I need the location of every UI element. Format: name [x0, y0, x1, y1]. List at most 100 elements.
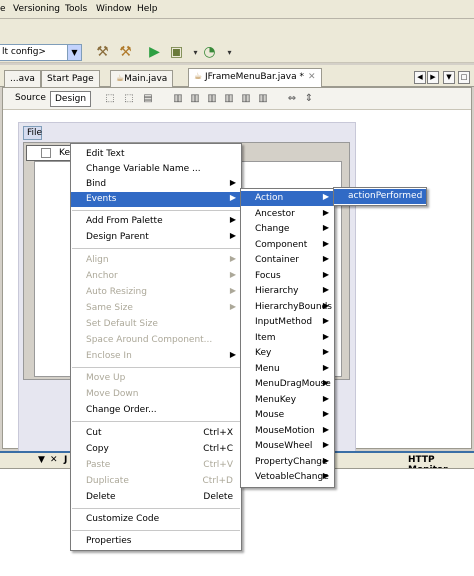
events-item-mousemotion[interactable]: MouseMotion ▶ — [241, 424, 334, 439]
center-horizontally-icon[interactable]: ▥ — [205, 92, 219, 105]
design-button[interactable]: Design — [50, 91, 92, 107]
menu-item-change-variable-name[interactable]: Change Variable Name ... — [71, 162, 241, 177]
menu-item-label: MenuDragMouse — [255, 379, 331, 389]
submenu-arrow-icon: ▶ — [229, 254, 236, 263]
events-item-menudragmouse[interactable]: MenuDragMouse ▶ — [241, 377, 334, 392]
events-item-hierarchy[interactable]: Hierarchy ▶ — [241, 284, 334, 299]
action-item-actionperformed[interactable]: actionPerformed — [334, 189, 426, 204]
tab-jframemenubar-java[interactable]: ☕ JFrameMenuBar.java * ✕ — [188, 68, 322, 88]
align-top-icon[interactable]: ▥ — [222, 92, 236, 105]
center-vertically-icon[interactable]: ▥ — [256, 92, 270, 105]
submenu-arrow-icon: ▶ — [322, 270, 329, 279]
tab-label: ...ava — [10, 74, 35, 84]
tab-start-page[interactable]: Start Page — [41, 70, 100, 87]
config-combo[interactable]: lt config> ▼ — [0, 44, 82, 61]
submenu-arrow-icon: ▶ — [322, 456, 329, 465]
menu-item-properties[interactable]: Properties — [71, 534, 241, 549]
events-item-mouse[interactable]: Mouse ▶ — [241, 408, 334, 423]
menu-item-enclose-in: Enclose In ▶ — [71, 349, 241, 364]
tab-main-java[interactable]: ☕Main.java — [110, 70, 174, 87]
hammer-icon[interactable]: ⚒ — [93, 43, 112, 62]
menu-item-cut[interactable]: Cut Ctrl+X — [71, 426, 241, 441]
menu-item-label: Events — [86, 194, 117, 204]
events-item-mousewheel[interactable]: MouseWheel ▶ — [241, 439, 334, 454]
align-right-icon[interactable]: ▥ — [188, 92, 202, 105]
clean-build-icon[interactable]: ⚒ — [116, 43, 135, 62]
menu-edit[interactable]: e — [0, 4, 6, 14]
events-item-inputmethod[interactable]: InputMethod ▶ — [241, 315, 334, 330]
run-icon[interactable]: ▶ — [145, 43, 164, 62]
selection-mode-icon[interactable]: ⬚ — [103, 92, 117, 105]
align-bottom-icon[interactable]: ▥ — [239, 92, 253, 105]
change-horizontal-resizability-icon[interactable]: ⇔ — [285, 92, 299, 105]
events-item-item[interactable]: Item ▶ — [241, 331, 334, 346]
events-item-menu[interactable]: Menu ▶ — [241, 362, 334, 377]
minimize-icon[interactable]: ▼ — [38, 455, 45, 465]
menu-separator — [72, 248, 240, 249]
tab-list-icon[interactable]: ▼ — [443, 71, 455, 84]
menu-item-edit-text[interactable]: Edit Text — [71, 147, 241, 162]
close-icon[interactable]: ✕ — [308, 72, 316, 82]
align-left-icon[interactable]: ▥ — [171, 92, 185, 105]
events-item-component[interactable]: Component ▶ — [241, 238, 334, 253]
menu-versioning[interactable]: Versioning — [13, 4, 60, 14]
menu-window[interactable]: Window — [96, 4, 132, 14]
connection-mode-icon[interactable]: ⬚ — [122, 92, 136, 105]
submenu-arrow-icon: ▶ — [322, 316, 329, 325]
shortcut-label: Ctrl+D — [202, 476, 234, 486]
events-item-change[interactable]: Change ▶ — [241, 222, 334, 237]
menu-item-label: Mouse — [255, 410, 285, 420]
events-item-key[interactable]: Key ▶ — [241, 346, 334, 361]
scroll-right-icon[interactable]: ▶ — [427, 71, 439, 84]
menu-item-auto-resizing: Auto Resizing ▶ — [71, 285, 241, 300]
submenu-arrow-icon: ▶ — [322, 409, 329, 418]
submenu-arrow-icon: ▶ — [322, 378, 329, 387]
profile-icon[interactable]: ◔ — [200, 43, 219, 62]
menu-item-space-around-component: Space Around Component... — [71, 333, 241, 348]
events-item-ancestor[interactable]: Ancestor ▶ — [241, 207, 334, 222]
source-button[interactable]: Source — [11, 91, 50, 107]
menu-item-design-parent[interactable]: Design Parent ▶ — [71, 230, 241, 245]
chevron-down-icon[interactable]: ▼ — [67, 45, 81, 60]
events-item-propertychange[interactable]: PropertyChange ▶ — [241, 455, 334, 470]
designer-toolbar: Source Design ⬚ ⬚ ▤ ▥ ▥ ▥ ▥ ▥ ▥ ⇔ ⇕ — [3, 88, 471, 110]
menu-item-label: Ancestor — [255, 209, 295, 219]
menu-item-events[interactable]: Events ▶ — [71, 192, 241, 207]
events-item-focus[interactable]: Focus ▶ — [241, 269, 334, 284]
menu-item-duplicate: Duplicate Ctrl+D — [71, 474, 241, 489]
menu-item-label: Item — [255, 333, 276, 343]
menu-item-label: Customize Code — [86, 514, 160, 524]
preview-design-icon[interactable]: ▤ — [141, 92, 155, 105]
events-item-hierarchybounds[interactable]: HierarchyBounds ▶ — [241, 300, 334, 315]
maximize-icon[interactable]: □ — [458, 71, 470, 84]
submenu-arrow-icon: ▶ — [229, 178, 236, 187]
tab-ava[interactable]: ...ava — [4, 70, 41, 87]
events-item-menukey[interactable]: MenuKey ▶ — [241, 393, 334, 408]
menu-item-add-from-palette[interactable]: Add From Palette ▶ — [71, 214, 241, 229]
events-item-container[interactable]: Container ▶ — [241, 253, 334, 268]
menu-item-label: MouseWheel — [255, 441, 313, 451]
menu-item-change-order[interactable]: Change Order... — [71, 403, 241, 418]
debug-icon[interactable]: ▣ — [167, 43, 186, 62]
menu-tools[interactable]: Tools — [65, 4, 87, 14]
menu-item-label: Move Down — [86, 389, 139, 399]
menu-item-copy[interactable]: Copy Ctrl+C — [71, 442, 241, 457]
menu-help[interactable]: Help — [137, 4, 158, 14]
close-icon[interactable]: ✕ — [50, 455, 58, 465]
menu-item-customize-code[interactable]: Customize Code — [71, 512, 241, 527]
file-menu[interactable]: File — [23, 126, 42, 140]
submenu-arrow-icon: ▶ — [229, 286, 236, 295]
menu-item-delete[interactable]: Delete Delete — [71, 490, 241, 505]
change-vertical-resizability-icon[interactable]: ⇕ — [302, 92, 316, 105]
menu-item-bind[interactable]: Bind ▶ — [71, 177, 241, 192]
main-toolbar: lt config> ▼ ⚒ ⚒ ▶ ▣ ▾ ◔ ▾ — [0, 19, 474, 63]
submenu-arrow-icon: ▶ — [322, 440, 329, 449]
scroll-left-icon[interactable]: ◀ — [414, 71, 426, 84]
events-item-action[interactable]: Action ▶ — [241, 191, 334, 206]
profile-dropdown-icon[interactable]: ▾ — [220, 43, 239, 62]
submenu-arrow-icon: ▶ — [229, 270, 236, 279]
events-item-vetoablechange[interactable]: VetoableChange ▶ — [241, 470, 334, 485]
menu-item-label: Auto Resizing — [86, 287, 147, 297]
bottom-tab-label[interactable]: J — [64, 455, 67, 465]
menu-separator — [72, 530, 240, 531]
